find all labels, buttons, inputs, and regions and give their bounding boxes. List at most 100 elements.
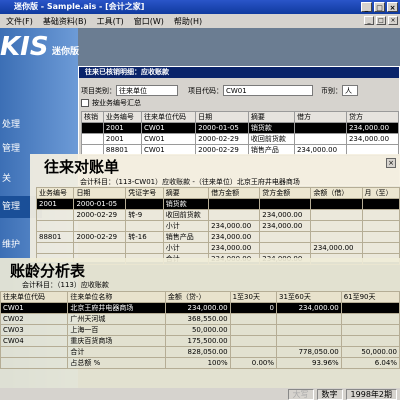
col-header[interactable]: 摘要 (247, 111, 295, 123)
col-header[interactable]: 往来单位代码 (140, 111, 197, 123)
minimize-button[interactable]: _ (361, 2, 372, 12)
cell: 234,000.00 (259, 220, 312, 232)
cell (35, 242, 75, 254)
kis-logo: KIS 迷你版 (0, 32, 90, 66)
cell (73, 242, 127, 254)
cell: 2001 (102, 122, 142, 134)
cell (35, 220, 75, 232)
col-header[interactable]: 借方金额 (208, 187, 261, 199)
table-row[interactable]: 小计 234,000.00 234,000.00 (35, 242, 400, 254)
menu-bar: 文件(F) 基础资料(B) 工具(T) 窗口(W) 帮助(H) _ □ × (0, 14, 400, 28)
table-header: 往来单位代码 往来单位名称 金额（贷-） 1至30天 31至60天 61至90天 (0, 291, 400, 303)
status-numlock: 数字 (316, 388, 343, 400)
cell: 销售产品 (162, 231, 210, 243)
cell: 0.00% (229, 357, 278, 369)
cell (276, 324, 342, 336)
menu-window[interactable]: 窗口(W) (134, 16, 164, 27)
col-header[interactable]: 业务编号 (102, 111, 142, 123)
col-header[interactable]: 1至30天 (229, 291, 278, 303)
table-row[interactable]: CW02 广州天河城 368,550.00 (0, 313, 400, 325)
cell: 50,000.00 (164, 324, 231, 336)
child-close-button[interactable]: × (388, 16, 398, 25)
cell: 234,000.00 (345, 122, 400, 134)
col-header[interactable]: 核销 (81, 111, 104, 123)
table-row[interactable]: 2001 CW01 2000-01-05 销货款 234,000.00 (81, 122, 400, 134)
project-type-select[interactable]: 往来单位 (116, 85, 178, 96)
cell: 2000-02-29 (195, 133, 249, 145)
cell (229, 313, 278, 325)
table-row[interactable]: 2001 CW01 2000-02-29 收回前货款 234,000.00 (81, 133, 400, 145)
cell: CW01 (140, 133, 197, 145)
col-header[interactable]: 业务编号 (35, 187, 75, 199)
cell (229, 324, 278, 336)
aging-analysis-window: 账龄分析表 会计科目：（113）应收账款 往来单位代码 往来单位名称 金额（贷-… (0, 258, 400, 388)
cell: 778,050.00 (276, 346, 342, 358)
col-header[interactable]: 贷方金额 (259, 187, 312, 199)
col-header[interactable]: 日期 (195, 111, 249, 123)
statement-close-button[interactable]: × (386, 158, 396, 168)
aging-subtitle: 会计科目：（113）应收账款 (22, 281, 109, 289)
table-row[interactable]: CW01 北京王府井电器商场 234,000.00 0 234,000.00 (0, 302, 400, 314)
child-minimize-button[interactable]: _ (364, 16, 374, 25)
cell: 销货款 (162, 198, 210, 210)
col-header[interactable]: 31至60天 (276, 291, 342, 303)
cell (0, 357, 69, 369)
col-header[interactable]: 月（至） (361, 187, 400, 199)
cell (73, 220, 127, 232)
cell (293, 122, 347, 134)
cell (125, 242, 164, 254)
cell (125, 220, 164, 232)
cell: 234,000.00 (345, 133, 400, 145)
cell: 93.96% (276, 357, 342, 369)
cell: 234,000.00 (276, 302, 342, 314)
menu-file[interactable]: 文件(F) (6, 16, 33, 27)
summary-checkbox[interactable] (81, 99, 89, 107)
col-header[interactable]: 61至90天 (340, 291, 400, 303)
child-restore-button[interactable]: □ (376, 16, 386, 25)
table-row[interactable]: 占总额 % 100% 0.00% 93.96% 6.04% (0, 357, 400, 369)
table-row[interactable]: CW03 上海一百 50,000.00 (0, 324, 400, 336)
statement-title: 往来对账单 (44, 158, 120, 176)
cell (259, 198, 312, 210)
cell (310, 220, 363, 232)
menu-tools[interactable]: 工具(T) (97, 16, 124, 27)
cell: 6.04% (340, 357, 400, 369)
table-row[interactable]: 合计 828,050.00 778,050.00 50,000.00 (0, 346, 400, 358)
menu-help[interactable]: 帮助(H) (174, 16, 202, 27)
aging-table: 往来单位代码 往来单位名称 金额（贷-） 1至30天 31至60天 61至90天… (0, 291, 400, 369)
cell: 2001 (102, 133, 142, 145)
cell: 转-16 (125, 231, 164, 243)
col-header[interactable]: 往来单位名称 (67, 291, 166, 303)
table-row[interactable]: 2001 2000-01-05 销货款 (35, 198, 400, 210)
cell: 收回前货款 (247, 133, 295, 145)
table-row[interactable]: 2000-02-29 转-9 收回前货款 234,000.00 (35, 209, 400, 221)
cell (340, 302, 400, 314)
cell: 合计 (67, 346, 166, 358)
cell: CW03 (0, 324, 69, 336)
cell (81, 122, 104, 134)
title-bar: 迷你版 - Sample.ais - [会计之家] _ □ × (0, 0, 400, 14)
close-button[interactable]: × (387, 2, 398, 12)
col-header[interactable]: 日期 (73, 187, 127, 199)
nav-item-processing[interactable]: 处理 (0, 114, 42, 136)
status-period: 1998年2期 (345, 388, 397, 400)
table-row[interactable]: CW04 重庆百货商场 175,500.00 (0, 335, 400, 347)
cell (340, 335, 400, 347)
project-code-field[interactable]: CW01 (223, 85, 313, 96)
col-header[interactable]: 余额（借） (310, 187, 363, 199)
col-header[interactable]: 往来单位代码 (0, 291, 69, 303)
col-header[interactable]: 摘要 (162, 187, 210, 199)
currency-select[interactable]: 人 (342, 85, 358, 96)
cell: 重庆百货商场 (67, 335, 166, 347)
col-header[interactable]: 凭证字号 (125, 187, 164, 199)
menu-basic-data[interactable]: 基础资料(B) (43, 16, 87, 27)
table-row[interactable]: 小计 234,000.00 234,000.00 (35, 220, 400, 232)
summary-checkbox-label: 按业务编号汇总 (92, 99, 141, 107)
col-header[interactable]: 借方 (293, 111, 347, 123)
col-header[interactable]: 贷方 (345, 111, 400, 123)
cell: 2000-02-29 (73, 209, 127, 221)
cell (361, 231, 400, 243)
col-header[interactable]: 金额（贷-） (164, 291, 231, 303)
maximize-button[interactable]: □ (374, 2, 385, 12)
table-row[interactable]: 88801 2000-02-29 转-16 销售产品 234,000.00 (35, 231, 400, 243)
